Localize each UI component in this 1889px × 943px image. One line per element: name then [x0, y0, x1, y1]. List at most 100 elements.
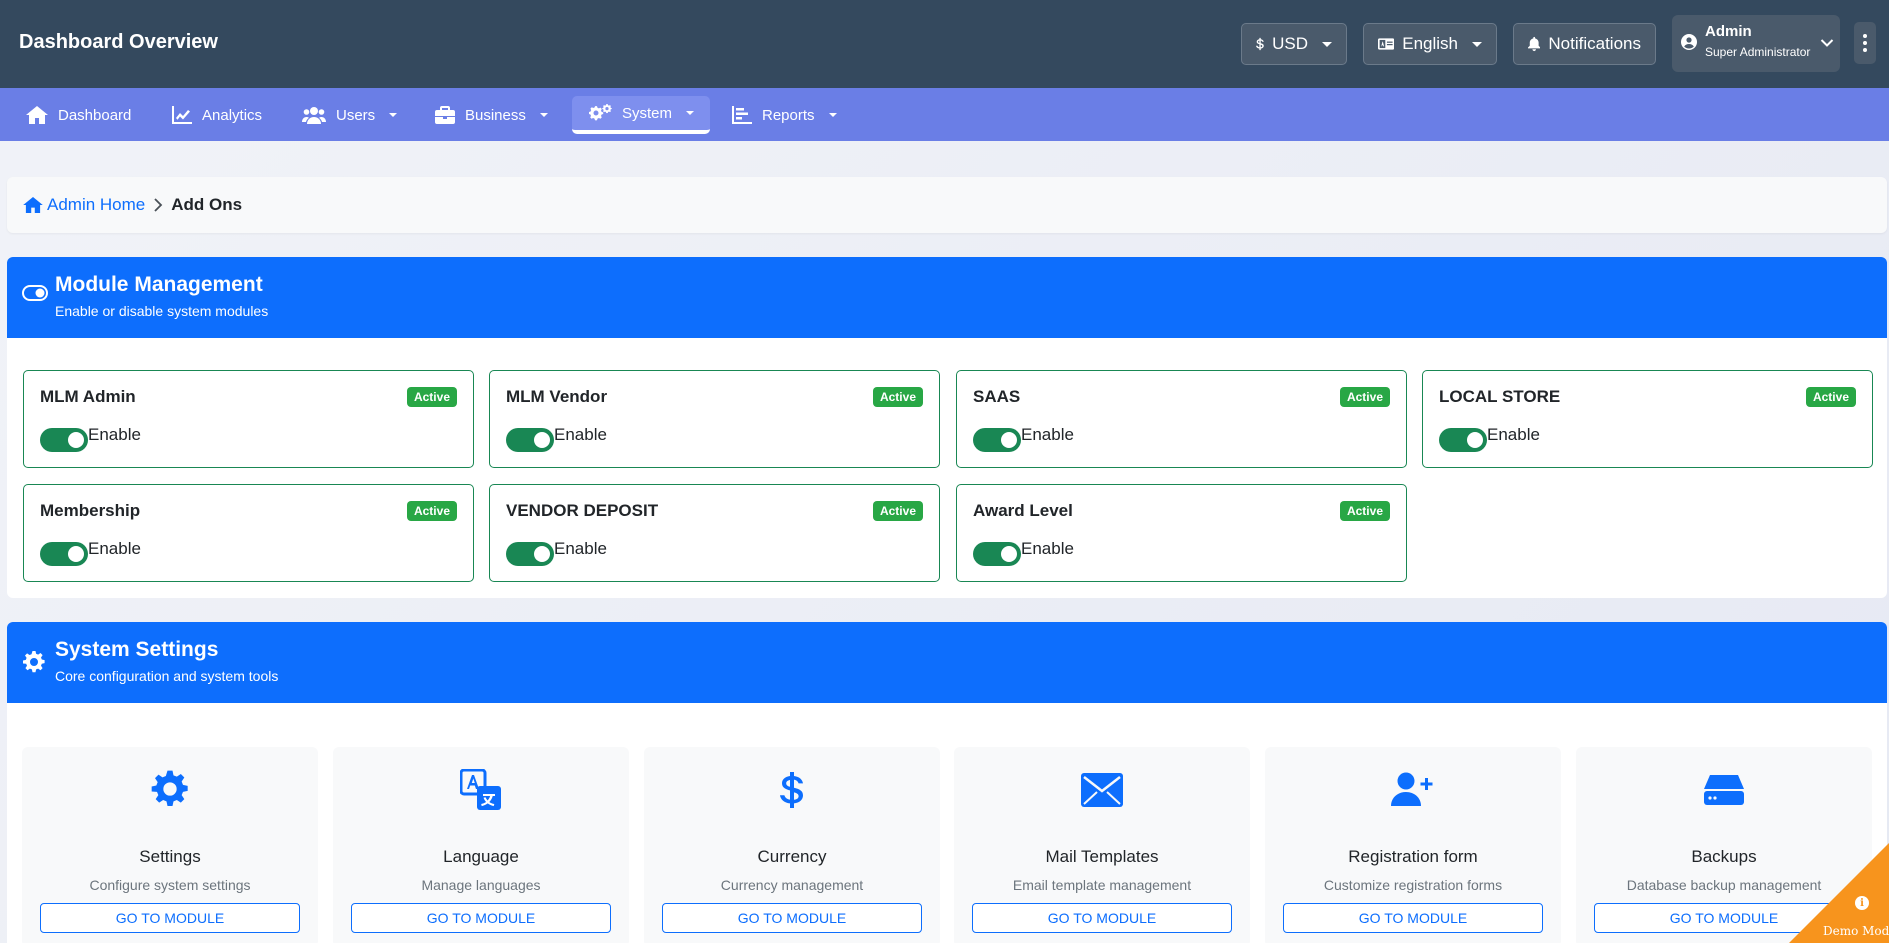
toggle-label: Enable	[88, 425, 141, 444]
module-toggle[interactable]	[973, 542, 1021, 566]
language-label: English	[1402, 34, 1458, 53]
home-icon	[26, 106, 48, 124]
chevron-down-icon	[686, 111, 695, 115]
breadcrumb-home-link[interactable]: Admin Home	[23, 195, 145, 215]
chevron-down-icon	[1472, 41, 1482, 47]
demo-mode-label: Demo Mode	[1823, 924, 1889, 938]
go-to-module-button[interactable]: GO TO MODULE	[662, 903, 922, 933]
chevron-down-icon	[1322, 41, 1332, 47]
status-badge: Active	[872, 387, 923, 407]
module-card-vendor-deposit: VENDOR DEPOSIT Active Enable	[489, 484, 940, 582]
gear-icon	[23, 651, 45, 673]
nav-item-analytics[interactable]: Analytics	[156, 96, 278, 134]
chevron-down-icon	[828, 113, 837, 117]
page-title: Dashboard Overview	[19, 31, 218, 53]
section-title: Module Management	[55, 273, 263, 296]
system-settings-header: System Settings Core configuration and s…	[7, 622, 1887, 703]
nav-item-users[interactable]: Users	[286, 96, 413, 134]
currency-dropdown[interactable]: USD	[1241, 23, 1347, 65]
demo-mode-ribbon[interactable]: i Demo Mode	[1789, 843, 1889, 943]
breadcrumb-current: Add Ons	[171, 195, 243, 214]
tool-description: Customize registration forms	[1323, 877, 1503, 893]
nav-label: Analytics	[202, 106, 263, 124]
go-to-module-button[interactable]: GO TO MODULE	[972, 903, 1232, 933]
tool-title: Language	[443, 847, 519, 866]
language-icon	[1378, 38, 1395, 50]
user-plus-icon	[1391, 772, 1433, 806]
module-toggle[interactable]	[506, 542, 554, 566]
module-card-saas: SAAS Active Enable	[956, 370, 1407, 468]
status-badge: Active	[406, 387, 457, 407]
module-name: Award Level	[973, 501, 1073, 520]
cogs-icon	[589, 104, 612, 121]
users-icon	[302, 107, 326, 124]
line-chart-icon	[172, 106, 192, 124]
toggle-label: Enable	[554, 425, 607, 444]
module-toggle[interactable]	[506, 428, 554, 452]
module-card-membership: Membership Active Enable	[23, 484, 474, 582]
module-card-award-level: Award Level Active Enable	[956, 484, 1407, 582]
module-toggle[interactable]	[40, 428, 88, 452]
module-management-section: Module Management Enable or disable syst…	[7, 257, 1887, 598]
nav-item-dashboard[interactable]: Dashboard	[10, 96, 147, 134]
module-toggle[interactable]	[40, 542, 88, 566]
module-name: VENDOR DEPOSIT	[506, 501, 659, 520]
go-to-module-button[interactable]: GO TO MODULE	[1283, 903, 1543, 933]
dollar-icon	[1256, 37, 1264, 51]
module-card-mlm-vendor: MLM Vendor Active Enable	[489, 370, 940, 468]
module-name: Membership	[40, 501, 141, 520]
tool-description: Manage languages	[421, 877, 541, 893]
module-card-local-store: LOCAL STORE Active Enable	[1422, 370, 1873, 468]
tool-title: Settings	[139, 847, 201, 866]
tool-title: Registration form	[1348, 847, 1478, 866]
language-icon	[460, 769, 501, 810]
chevron-down-icon	[389, 113, 398, 117]
tool-card-registration-form: Registration form Customize registration…	[1265, 747, 1561, 943]
more-options-icon[interactable]	[1854, 22, 1876, 64]
go-to-module-button[interactable]: GO TO MODULE	[351, 903, 611, 933]
toggle-label: Enable	[554, 539, 607, 558]
toggle-label: Enable	[1021, 539, 1074, 558]
module-card-mlm-admin: MLM Admin Active Enable	[23, 370, 474, 468]
nav-item-business[interactable]: Business	[419, 96, 564, 134]
user-role: Super Administrator	[1705, 45, 1811, 59]
toggle-label: Enable	[88, 539, 141, 558]
system-settings-section: System Settings Core configuration and s…	[7, 622, 1887, 943]
nav-item-reports[interactable]: Reports	[716, 96, 853, 134]
tool-card-mail-templates: Mail Templates Email template management…	[954, 747, 1250, 943]
breadcrumb: Admin Home Add Ons	[7, 177, 1887, 233]
status-badge: Active	[872, 501, 923, 521]
breadcrumb-home-label: Admin Home	[47, 195, 146, 214]
module-name: MLM Vendor	[506, 387, 608, 406]
user-name: Admin	[1705, 23, 1752, 40]
status-badge: Active	[1339, 387, 1390, 407]
main-nav: Dashboard Analytics Users Business Syste…	[0, 88, 1889, 141]
nav-label: Users	[336, 106, 376, 124]
chevron-down-icon	[539, 113, 548, 117]
gear-icon	[151, 770, 188, 806]
tool-card-language: Language Manage languages GO TO MODULE	[333, 747, 629, 943]
currency-label: USD	[1272, 34, 1308, 53]
notifications-label: Notifications	[1548, 34, 1641, 53]
tool-card-currency: Currency Currency management GO TO MODUL…	[644, 747, 940, 943]
language-dropdown[interactable]: English	[1363, 23, 1497, 65]
module-name: LOCAL STORE	[1439, 387, 1561, 406]
module-toggle[interactable]	[973, 428, 1021, 452]
tool-title: Mail Templates	[1045, 847, 1159, 866]
nav-label: System	[622, 104, 673, 122]
module-toggle[interactable]	[1439, 428, 1487, 452]
section-subtitle: Core configuration and system tools	[55, 668, 279, 684]
notifications-button[interactable]: Notifications	[1513, 23, 1656, 65]
tool-card-settings: Settings Configure system settings GO TO…	[22, 747, 318, 943]
bar-chart-icon	[732, 106, 752, 124]
go-to-module-button[interactable]: GO TO MODULE	[40, 903, 300, 933]
toggle-label: Enable	[1021, 425, 1074, 444]
toggle-on-icon	[22, 285, 48, 301]
user-menu[interactable]: Admin Super Administrator	[1672, 15, 1840, 72]
nav-item-system[interactable]: System	[572, 96, 711, 134]
info-icon: i	[1855, 896, 1869, 910]
nav-label: Business	[465, 106, 526, 124]
tool-description: Email template management	[1012, 877, 1192, 893]
briefcase-icon	[435, 106, 455, 124]
module-name: MLM Admin	[40, 387, 136, 406]
